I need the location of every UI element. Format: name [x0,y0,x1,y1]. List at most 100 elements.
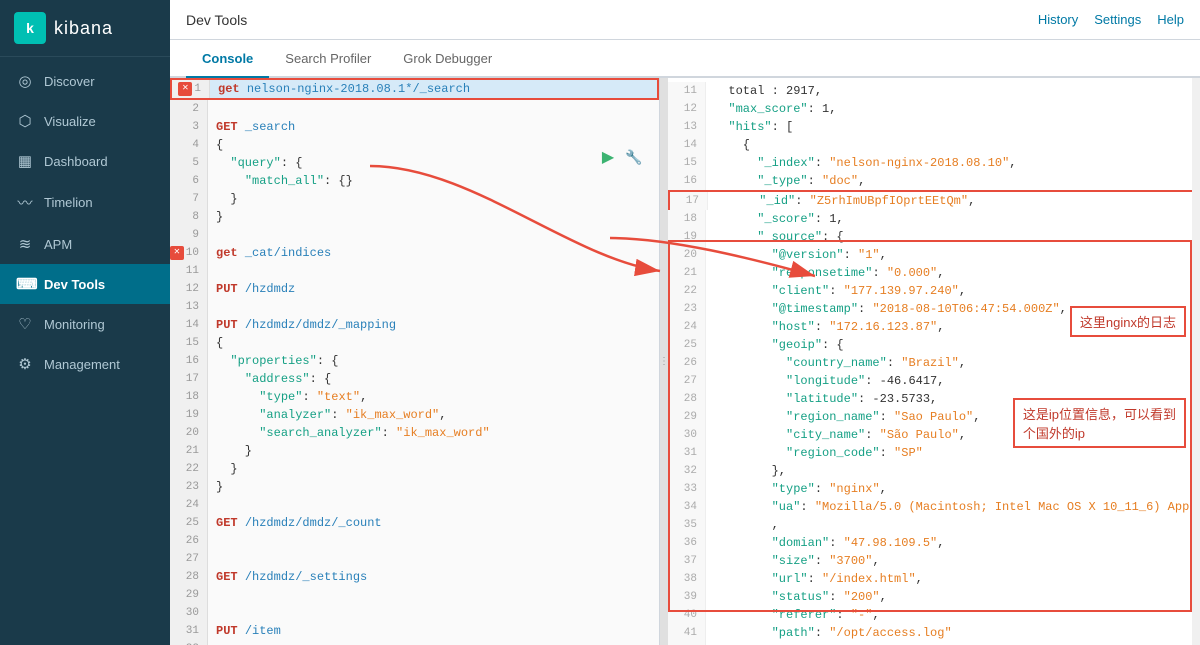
editor-line-20: 20 "search_analyzer": "ik_max_word" [170,424,659,442]
timelion-icon: 〰 [16,192,34,213]
monitoring-icon: ♡ [16,315,34,333]
line-gutter-23: 23 [170,478,208,496]
line-gutter-21: 21 [170,442,208,460]
result-line-22: 22 "client": "177.139.97.240", [668,282,1200,300]
tab-grok-debugger[interactable]: Grok Debugger [387,41,508,78]
line-gutter-25: 25 [170,514,208,532]
scrollbar[interactable] [1192,78,1200,645]
line-gutter-14: 14 [170,316,208,334]
error-icon-10: ✕ [170,246,184,260]
dashboard-icon: ▦ [16,152,34,170]
results-content: 11 total : 2917, 12 "max_score": 1, 13 "… [668,78,1200,645]
sidebar-logo: k kibana [0,0,170,57]
result-line-41: 41 "path": "/opt/access.log" [668,624,1200,642]
main-content: Dev Tools History Settings Help Console … [170,0,1200,645]
result-line-26: 26 "country_name": "Brazil", [668,354,1200,372]
line-gutter-10: ✕ 10 [170,244,208,262]
result-line-12: 12 "max_score": 1, [668,100,1200,118]
sidebar-item-label: Management [44,357,120,372]
line-gutter-19: 19 [170,406,208,424]
page-title: Dev Tools [186,12,247,28]
result-line-29: 29 "region_name": "Sao Paulo", [668,408,1200,426]
result-line-14: 14 { [668,136,1200,154]
line-gutter-20: 20 [170,424,208,442]
editor-line-4: 4 { [170,136,659,154]
result-line-40: 40 "referer": "-", [668,606,1200,624]
editor-content[interactable]: ✕ 1 get nelson-nginx-2018.08.1*/_search … [170,78,659,645]
line-gutter-29: 29 [170,586,208,604]
discover-icon: ◎ [16,72,34,90]
sidebar-item-label: Dev Tools [44,277,105,292]
line-gutter-16: 16 [170,352,208,370]
line-code-20: "search_analyzer": "ik_max_word" [208,424,490,442]
settings-button[interactable]: 🔧 [623,146,645,168]
sidebar-item-monitoring[interactable]: ♡ Monitoring [0,304,170,344]
line-gutter-9: 9 [170,226,208,244]
editor-area: ✕ 1 get nelson-nginx-2018.08.1*/_search … [170,78,1200,645]
editor-line-2: 2 [170,100,659,118]
line-code-12: PUT /hzdmdz [208,280,295,298]
result-line-25: 25 "geoip": { [668,336,1200,354]
sidebar-item-management[interactable]: ⚙ Management [0,344,170,384]
line-code-19: "analyzer": "ik_max_word", [208,406,446,424]
editor-line-21: 21 } [170,442,659,460]
kibana-logo-text: kibana [54,18,113,39]
line-gutter-1: ✕ 1 [172,80,210,98]
result-line-13: 13 "hits": [ [668,118,1200,136]
sidebar-item-dashboard[interactable]: ▦ Dashboard [0,141,170,181]
sidebar-item-label: Visualize [44,114,96,129]
result-line-32: 32 }, [668,462,1200,480]
result-line-20: 20 "@version": "1", [668,246,1200,264]
line-gutter-31: 31 [170,622,208,640]
sidebar-item-discover[interactable]: ◎ Discover [0,61,170,101]
line-code-22: } [208,460,238,478]
editor-line-25: 25 GET /hzdmdz/dmdz/_count [170,514,659,532]
line-gutter-24: 24 [170,496,208,514]
line-gutter-18: 18 [170,388,208,406]
result-line-24: 24 "host": "172.16.123.87", [668,318,1200,336]
editor-line-18: 18 "type": "text", [170,388,659,406]
editor-line-19: 19 "analyzer": "ik_max_word", [170,406,659,424]
help-button[interactable]: Help [1157,12,1184,27]
settings-button[interactable]: Settings [1094,12,1141,27]
editor-line-22: 22 } [170,460,659,478]
editor-line-5: 5 "query": { [170,154,659,172]
result-line-39: 39 "status": "200", [668,588,1200,606]
result-line-21: 21 "responsetime": "0.000", [668,264,1200,282]
line-gutter-27: 27 [170,550,208,568]
panel-divider[interactable]: ⋮ [660,78,668,645]
tab-console[interactable]: Console [186,41,269,78]
topbar: Dev Tools History Settings Help [170,0,1200,40]
sidebar-item-label: Timelion [44,195,93,210]
sidebar-item-label: Discover [44,74,95,89]
editor-line-14: 14 PUT /hzdmdz/dmdz/_mapping [170,316,659,334]
result-line-11: 11 total : 2917, [668,82,1200,100]
line-code-3: GET _search [208,118,295,136]
line-code-15: { [208,334,223,352]
sidebar-item-apm[interactable]: ≋ APM [0,224,170,264]
topbar-actions: History Settings Help [1038,12,1184,27]
editor-line-12: 12 PUT /hzdmdz [170,280,659,298]
line-gutter-11: 11 [170,262,208,280]
editor-line-3: 3 GET _search [170,118,659,136]
editor-line-1[interactable]: ✕ 1 get nelson-nginx-2018.08.1*/_search [170,78,659,100]
editor-line-26: 26 [170,532,659,550]
line-code-21: } [208,442,252,460]
editor-line-11: 11 [170,262,659,280]
sidebar-item-devtools[interactable]: ⌨ Dev Tools [0,264,170,304]
editor-panel: ✕ 1 get nelson-nginx-2018.08.1*/_search … [170,78,660,645]
tab-search-profiler[interactable]: Search Profiler [269,41,387,78]
results-panel[interactable]: 11 total : 2917, 12 "max_score": 1, 13 "… [668,78,1200,645]
apm-icon: ≋ [16,235,34,253]
editor-line-6: 6 "match_all": {} [170,172,659,190]
run-button[interactable]: ▶ [597,146,619,168]
line-code-23: } [208,478,223,496]
sidebar-item-visualize[interactable]: ⬡ Visualize [0,101,170,141]
line-code-5: "query": { [208,154,302,172]
editor-line-15: 15 { [170,334,659,352]
editor-line-7: 7 } [170,190,659,208]
management-icon: ⚙ [16,355,34,373]
history-button[interactable]: History [1038,12,1078,27]
sidebar-item-timelion[interactable]: 〰 Timelion [0,181,170,224]
line-code-17: "address": { [208,370,331,388]
